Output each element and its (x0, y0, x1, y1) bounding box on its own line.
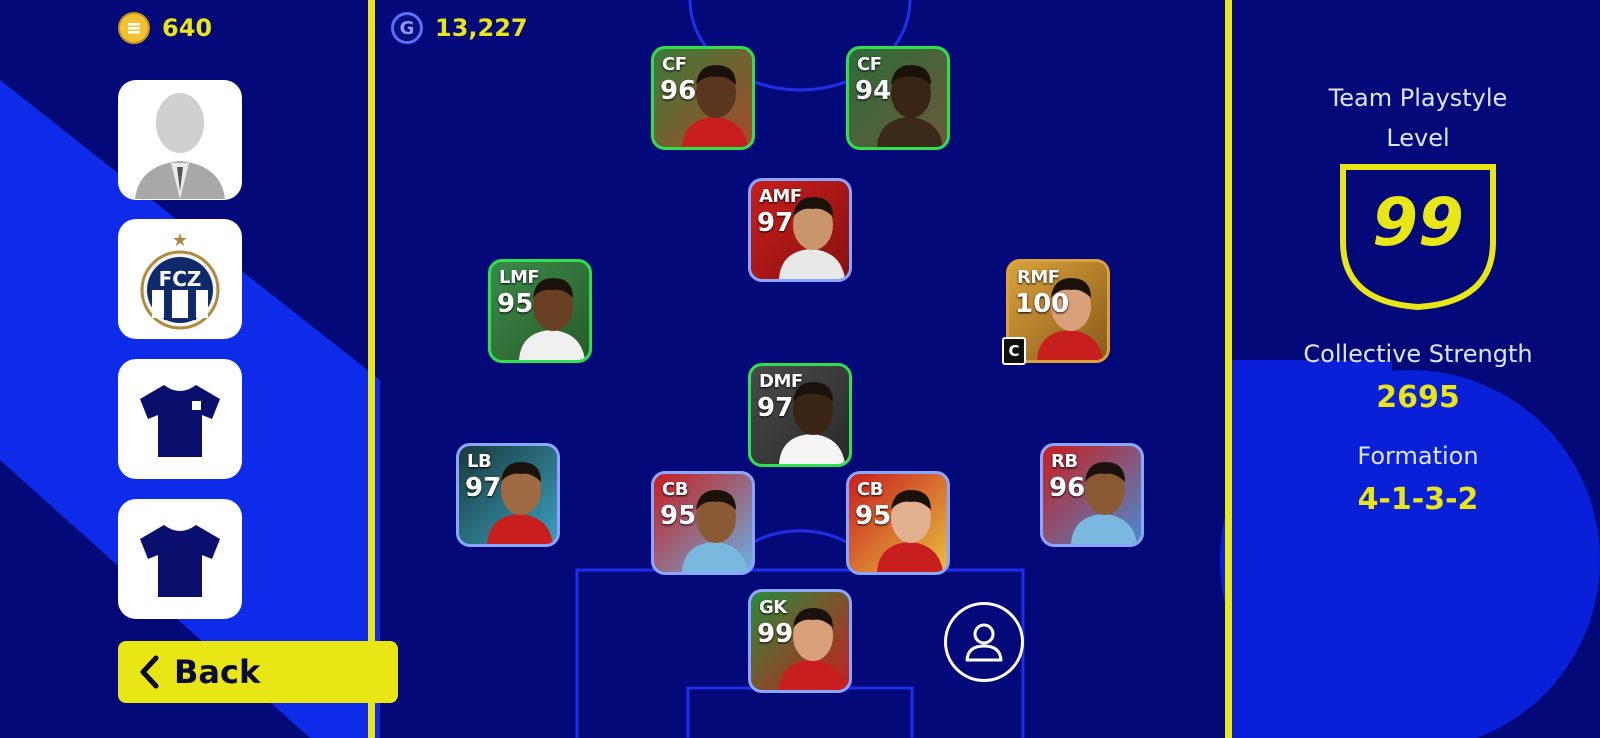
captain-badge: C (1002, 337, 1026, 365)
player-position: CB (857, 479, 883, 500)
coin-amount: 640 (162, 14, 213, 42)
player-card-dmf-5[interactable]: DMF 97 (748, 363, 852, 467)
player-rating: 97 (757, 208, 794, 238)
player-position: CF (662, 54, 687, 75)
playstyle-level-shield: 99 (1338, 162, 1498, 312)
player-position: LMF (499, 267, 540, 288)
player-rating: 96 (1049, 473, 1086, 503)
player-position: AMF (759, 186, 802, 207)
pitch-right-line (1225, 0, 1232, 738)
efootball-coin-icon (118, 12, 150, 44)
back-button[interactable]: Back (118, 641, 398, 703)
player-rating: 95 (855, 501, 892, 531)
player-rating: 97 (757, 393, 794, 423)
team-crest-tile[interactable]: ★ FCZ (118, 219, 242, 339)
player-card-rb-9[interactable]: RB 96 (1040, 443, 1144, 547)
player-card-cf-1[interactable]: CF 94 (846, 46, 950, 150)
player-card-gk-10[interactable]: GK 99 (748, 589, 852, 693)
player-rating: 94 (855, 76, 892, 106)
chevron-left-icon (140, 655, 159, 689)
player-card-amf-2[interactable]: AMF 97 (748, 178, 852, 282)
player-position: CB (662, 479, 688, 500)
player-position: LB (467, 451, 492, 472)
collective-strength-label: Collective Strength (1303, 340, 1533, 368)
gp-icon: G (391, 12, 423, 44)
coin-counter: 640 (118, 12, 212, 44)
back-button-label: Back (174, 653, 261, 691)
player-rating: 96 (660, 76, 697, 106)
player-rating: 95 (497, 289, 534, 319)
pitch-left-line (368, 0, 375, 738)
formation-value: 4-1-3-2 (1357, 482, 1479, 517)
formation-label: Formation (1357, 442, 1479, 470)
manager-tile[interactable] (118, 80, 242, 200)
player-position: DMF (759, 371, 803, 392)
svg-text:FCZ: FCZ (159, 267, 202, 291)
player-position: RB (1051, 451, 1078, 472)
player-rating: 99 (757, 619, 794, 649)
player-rating: 95 (660, 501, 697, 531)
manager-silhouette-icon (135, 93, 225, 199)
player-card-cb-7[interactable]: CB 95 (651, 471, 755, 575)
gp-amount: 13,227 (435, 14, 528, 42)
collective-strength-value: 2695 (1376, 380, 1460, 415)
person-icon (965, 623, 1003, 662)
home-kit-shirt-icon (140, 385, 220, 457)
away-kit-shirt-icon (140, 525, 220, 597)
player-select-button[interactable] (944, 602, 1024, 682)
player-position: GK (759, 597, 787, 618)
fcz-crest-icon: ★ FCZ (140, 230, 220, 330)
player-card-lb-6[interactable]: LB 97 (456, 443, 560, 547)
player-position: CF (857, 54, 882, 75)
squad-screen: 640 G 13,227 ★ FCZ Back CF 96 CF 94 AMF … (0, 0, 1600, 738)
home-kit-tile[interactable] (118, 359, 242, 479)
away-kit-tile[interactable] (118, 499, 242, 619)
player-position: RMF (1017, 267, 1060, 288)
player-rating: 100 (1015, 289, 1070, 319)
player-rating: 97 (465, 473, 502, 503)
player-card-lmf-3[interactable]: LMF 95 (488, 259, 592, 363)
playstyle-label: Team Playstyle Level (1328, 84, 1508, 152)
gp-counter: G 13,227 (391, 12, 528, 44)
svg-text:★: ★ (172, 230, 188, 251)
playstyle-level-value: 99 (1372, 184, 1464, 261)
player-card-cb-8[interactable]: CB 95 (846, 471, 950, 575)
player-card-cf-0[interactable]: CF 96 (651, 46, 755, 150)
